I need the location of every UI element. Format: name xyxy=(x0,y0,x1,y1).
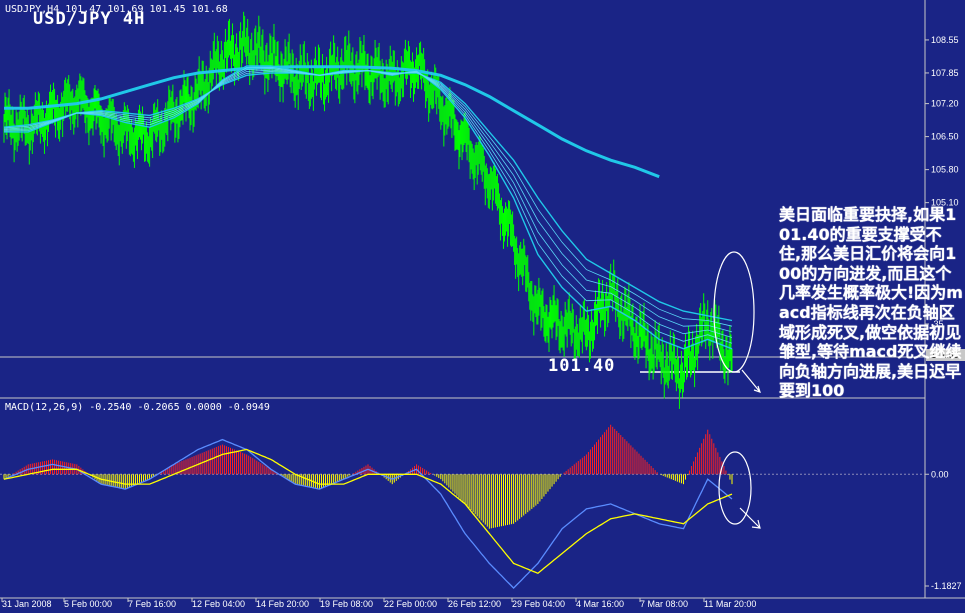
x-tick-label: 31 Jan 2008 xyxy=(2,599,52,609)
y-tick-label: 106.50 xyxy=(931,132,959,142)
x-tick-label: 7 Feb 16:00 xyxy=(128,599,176,609)
macd-indicator-label: MACD(12,26,9) -0.2540 -0.2065 0.0000 -0.… xyxy=(5,402,270,413)
x-tick-label: 11 Mar 20:00 xyxy=(704,599,756,609)
x-tick-label: 4 Mar 16:00 xyxy=(576,599,624,609)
x-tick-label: 29 Feb 04:00 xyxy=(512,599,565,609)
x-tick-label: 7 Mar 08:00 xyxy=(640,599,688,609)
y-tick-label: 108.55 xyxy=(931,35,959,45)
arrow-down-icon xyxy=(739,507,761,529)
highlight-ellipse-macd xyxy=(718,451,752,525)
macd-y-tick-label: -1.1827 xyxy=(931,581,962,591)
chart-window: { "header": { "symbol_info": "USDJPY,H4 … xyxy=(0,0,965,613)
macd-y-tick-label: 0.00 xyxy=(931,469,949,479)
x-tick-label: 14 Feb 20:00 xyxy=(256,599,309,609)
x-tick-label: 5 Feb 00:00 xyxy=(64,599,112,609)
arrow-down-icon xyxy=(741,369,761,393)
x-tick-label: 12 Feb 04:00 xyxy=(192,599,245,609)
y-tick-label: 105.80 xyxy=(931,165,959,175)
annotation-text: 美日面临重要抉择,如果101.40的重要支撑受不住,那么美日汇价将会向100的方… xyxy=(779,205,963,401)
x-tick-label: 26 Feb 12:00 xyxy=(448,599,501,609)
x-tick-label: 22 Feb 00:00 xyxy=(384,599,437,609)
support-level-label: 101.40 xyxy=(548,356,616,376)
y-tick-label: 107.20 xyxy=(931,99,959,109)
y-tick-label: 107.85 xyxy=(931,68,959,78)
chart-title: USD/JPY 4H xyxy=(33,9,146,29)
x-tick-label: 19 Feb 08:00 xyxy=(320,599,373,609)
highlight-ellipse-price xyxy=(713,251,755,373)
